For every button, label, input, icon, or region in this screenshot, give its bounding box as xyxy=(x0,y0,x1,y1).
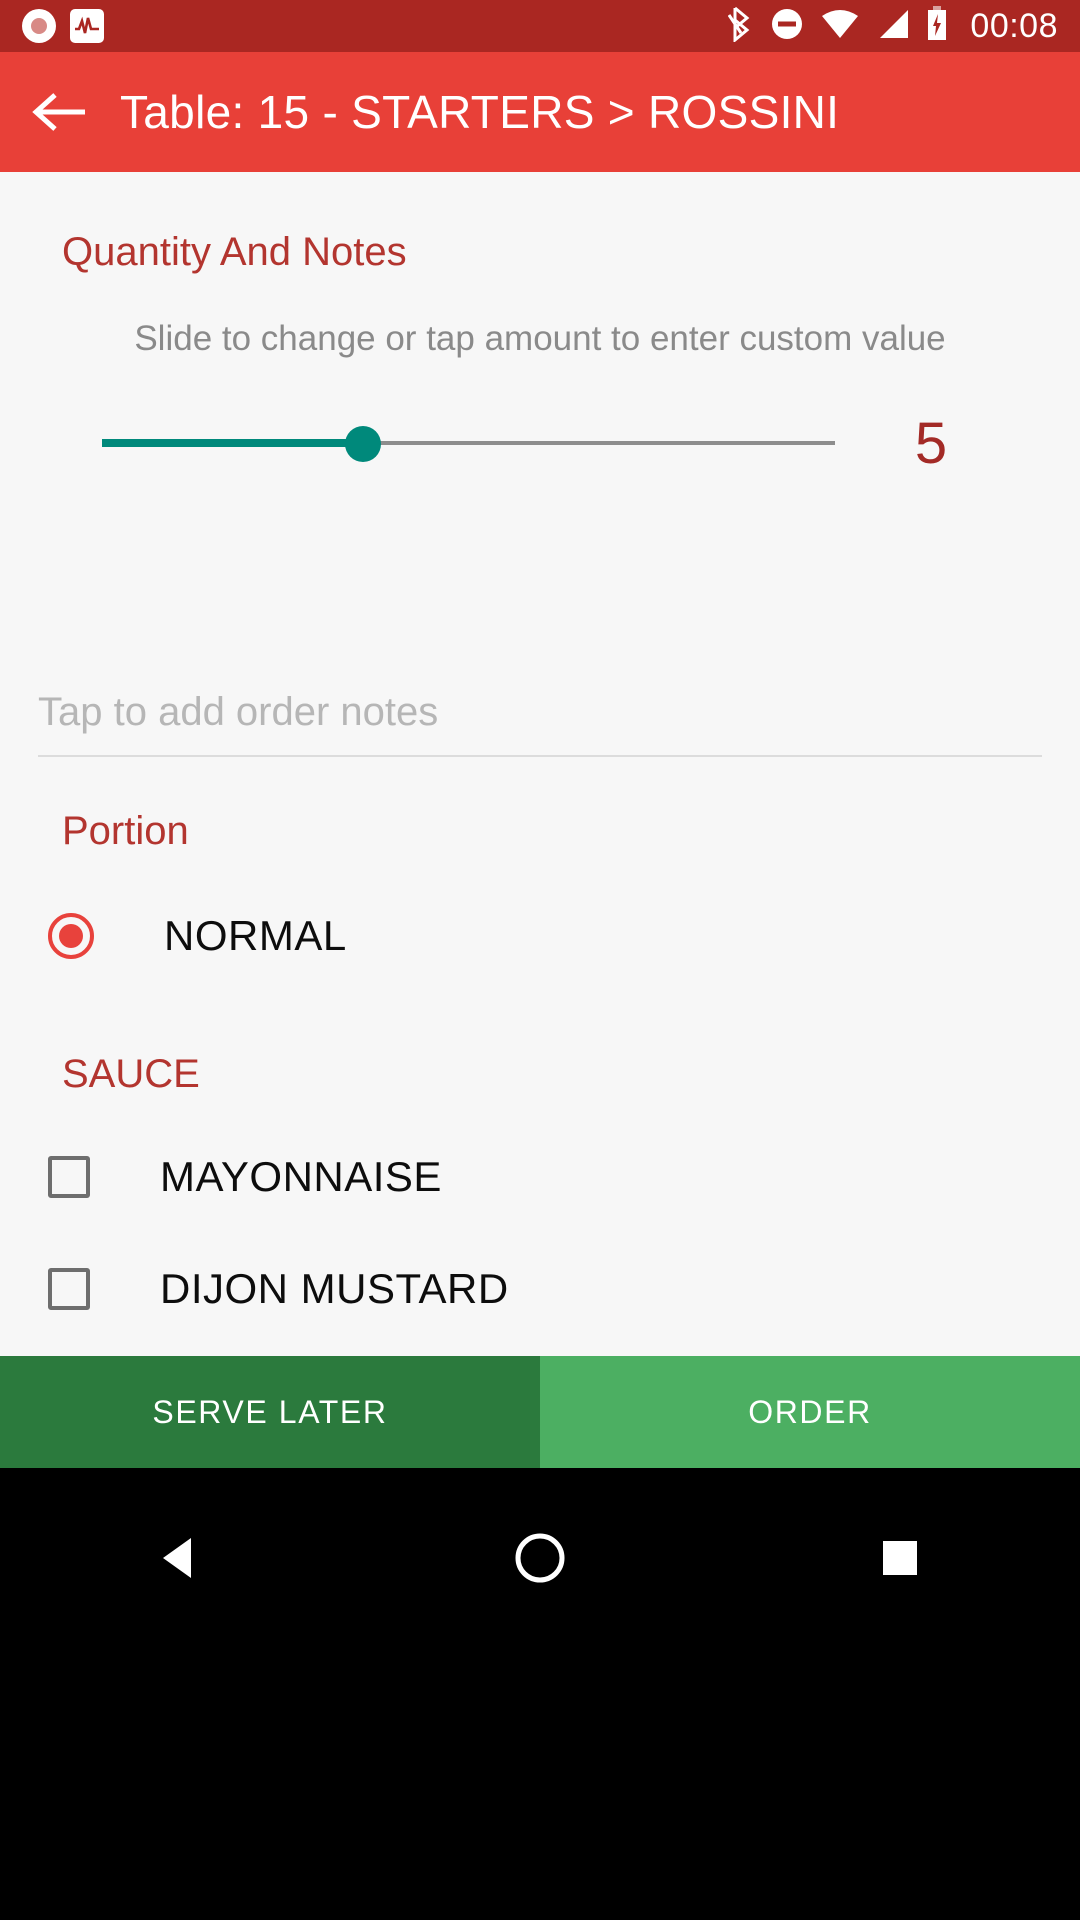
checkbox-unchecked-icon[interactable] xyxy=(48,1156,90,1198)
screen-record-icon xyxy=(22,9,56,43)
portion-option-normal[interactable]: NORMAL xyxy=(0,880,1080,992)
do-not-disturb-icon xyxy=(770,7,804,46)
activity-pulse-icon xyxy=(70,9,104,43)
slider-hint-text: Slide to change or tap amount to enter c… xyxy=(134,319,946,358)
status-bar-right-icons: 00:08 xyxy=(728,5,1058,47)
sauce-section-heading: SAUCE xyxy=(62,1052,200,1096)
portion-option-label: NORMAL xyxy=(164,912,347,959)
bluetooth-icon xyxy=(728,6,754,47)
order-button[interactable]: ORDER xyxy=(540,1356,1080,1468)
circle-icon xyxy=(515,1533,565,1583)
app-screen: 00:08 Table: 15 - STARTERS > ROSSINI Qua… xyxy=(0,0,1080,1920)
quantity-slider-row: 5 xyxy=(0,403,1080,483)
checkbox-unchecked-icon[interactable] xyxy=(48,1268,90,1310)
nav-recents-button[interactable] xyxy=(800,1498,1000,1618)
android-nav-bar xyxy=(0,1468,1080,1920)
slider-thumb[interactable] xyxy=(345,426,381,462)
order-notes-input[interactable] xyxy=(38,669,1042,755)
status-bar-left-icons xyxy=(22,9,104,43)
wifi-icon xyxy=(820,8,860,45)
battery-charging-icon xyxy=(926,5,948,47)
bottom-action-bar: SERVE LATER ORDER xyxy=(0,1356,1080,1468)
triangle-left-icon xyxy=(163,1538,191,1578)
serve-later-button[interactable]: SERVE LATER xyxy=(0,1356,540,1468)
sauce-option-label: DIJON MUSTARD xyxy=(160,1265,509,1312)
page-title: Table: 15 - STARTERS > ROSSINI xyxy=(120,86,840,138)
portion-section-heading: Portion xyxy=(62,809,189,853)
quantity-slider[interactable] xyxy=(102,403,835,483)
order-notes-wrap xyxy=(0,669,1080,757)
quantity-section-heading: Quantity And Notes xyxy=(62,230,407,274)
portion-section: Portion NORMAL xyxy=(0,757,1080,992)
square-icon xyxy=(883,1541,917,1575)
app-bar: Table: 15 - STARTERS > ROSSINI xyxy=(0,52,1080,172)
sauce-option-mayonnaise[interactable]: MAYONNAISE xyxy=(0,1121,1080,1233)
cellular-signal-icon xyxy=(876,8,910,45)
sauce-option-label: MAYONNAISE xyxy=(160,1153,442,1200)
sauce-option-dijon-mustard[interactable]: DIJON MUSTARD xyxy=(0,1233,1080,1345)
status-bar: 00:08 xyxy=(0,0,1080,52)
back-button[interactable] xyxy=(0,52,120,172)
quantity-and-notes-section: Quantity And Notes Slide to change or ta… xyxy=(0,172,1080,757)
sauce-section: SAUCE MAYONNAISE DIJON MUSTARD xyxy=(0,992,1080,1345)
status-bar-clock: 00:08 xyxy=(970,6,1058,45)
slider-fill xyxy=(102,439,364,447)
radio-selected-icon[interactable] xyxy=(48,913,94,959)
nav-back-button[interactable] xyxy=(80,1498,280,1618)
arrow-left-icon xyxy=(32,93,85,131)
quantity-value[interactable]: 5 xyxy=(841,410,1021,477)
nav-home-button[interactable] xyxy=(440,1498,640,1618)
